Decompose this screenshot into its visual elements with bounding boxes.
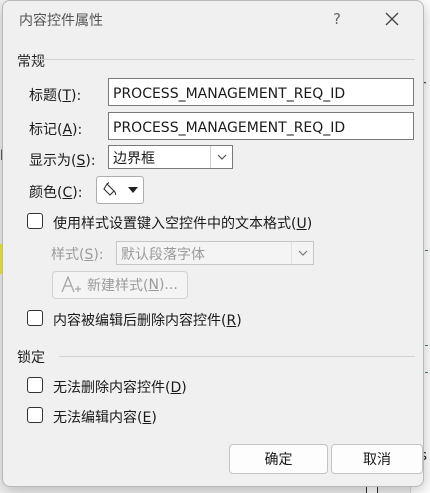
remove-control-checkbox[interactable] (27, 310, 43, 326)
locking-section-label: 锁定 (17, 350, 45, 366)
show-as-dropdown[interactable]: 边界框 (108, 145, 233, 169)
cannot-edit-checkbox[interactable] (27, 407, 43, 423)
new-style-icon (61, 276, 81, 293)
help-icon: ? (333, 10, 341, 28)
title-input[interactable] (108, 78, 414, 106)
locking-section-divider (59, 356, 415, 357)
cannot-delete-checkbox[interactable] (27, 377, 43, 393)
chevron-down-icon (210, 146, 232, 168)
cancel-button[interactable]: 取消 (331, 444, 423, 474)
help-button[interactable]: ? (321, 3, 353, 35)
general-section-label: 常规 (17, 54, 45, 70)
style-label: 样式(S): (51, 247, 104, 263)
cannot-edit-label: 无法编辑内容(E) (53, 410, 157, 426)
caret-down-icon (128, 187, 138, 193)
paint-bucket-icon (103, 182, 117, 196)
dialog-title: 内容控件属性 (19, 13, 103, 29)
close-icon (385, 12, 399, 26)
general-section-divider (17, 59, 415, 60)
new-style-button[interactable]: 新建样式(N)... (52, 271, 188, 299)
title-bar: 内容控件属性 ? (3, 1, 423, 39)
color-picker-button[interactable] (96, 176, 144, 204)
close-button[interactable] (375, 3, 409, 35)
style-dropdown[interactable]: 默认段落字体 (116, 241, 314, 265)
style-value: 默认段落字体 (121, 247, 205, 263)
tag-field-label: 标记(A): (29, 122, 83, 138)
show-as-label: 显示为(S): (29, 153, 96, 169)
use-style-checkbox[interactable] (27, 213, 43, 229)
cannot-delete-label: 无法删除内容控件(D) (53, 380, 187, 396)
remove-control-label: 内容被编辑后删除内容控件(R) (53, 313, 242, 329)
color-label: 颜色(C): (29, 185, 83, 201)
chevron-down-icon (291, 242, 313, 264)
use-style-label: 使用样式设置键入空控件中的文本格式(U) (53, 216, 313, 232)
ok-button[interactable]: 确定 (229, 444, 328, 474)
show-as-value: 边界框 (113, 151, 155, 167)
tag-input[interactable] (108, 112, 414, 140)
title-field-label: 标题(T): (29, 88, 82, 104)
content-control-properties-dialog: 内容控件属性 ? 常规 标题(T): 标记(A): 显示为(S): 边界框 颜色… (2, 0, 424, 487)
